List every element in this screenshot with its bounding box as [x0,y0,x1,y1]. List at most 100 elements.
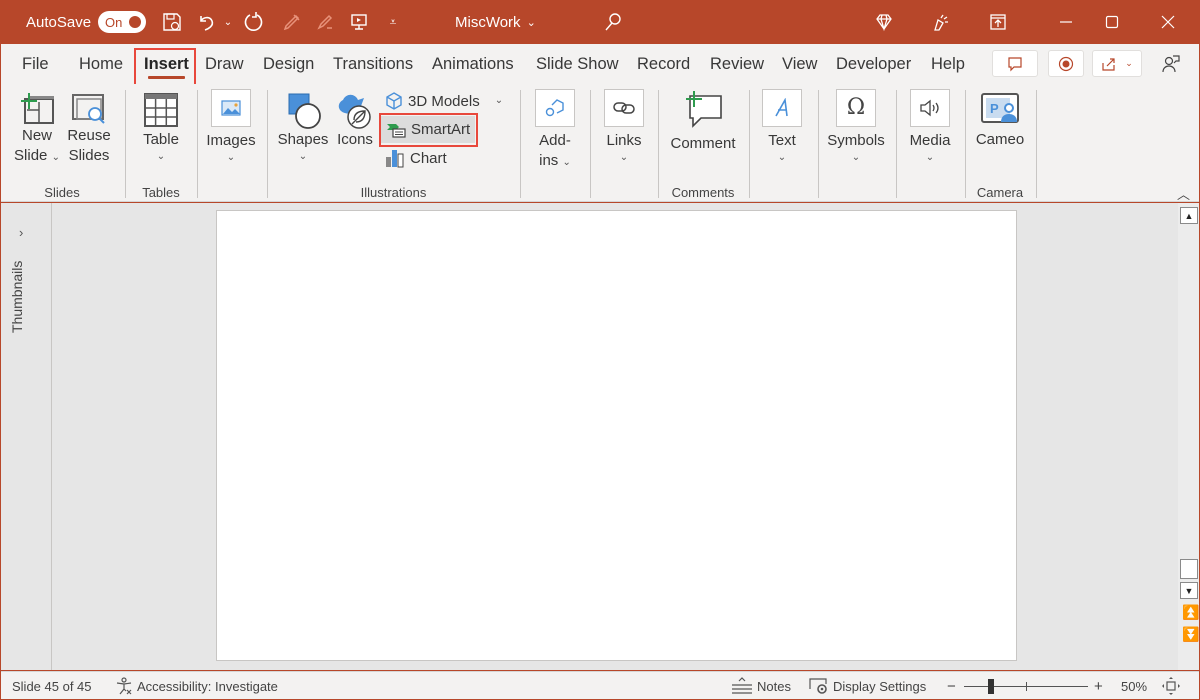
premium-icon[interactable] [869,0,899,44]
media-button[interactable]: Media ⌄ [906,89,954,165]
comment-icon [1008,56,1022,71]
reuse-slides-button[interactable]: Reuse Slides [65,92,113,166]
autosave-label: AutoSave [26,13,92,31]
document-title[interactable]: MiscWork ⌄ [455,0,536,44]
group-label-comments: Comments [671,185,735,200]
collapse-ribbon-icon[interactable]: ︿ [1177,184,1190,203]
new-comment-button[interactable]: Comment [667,90,739,154]
images-dropdown-icon: ⌄ [226,152,236,163]
group-label-slides: Slides [44,185,80,200]
pen-icon[interactable] [277,0,307,44]
add-ins-icon [535,89,575,127]
share-icon [1102,57,1115,71]
text-button[interactable]: Text ⌄ [760,89,804,165]
symbols-button[interactable]: Ω Symbols ⌄ [825,89,887,165]
add-ins-button[interactable]: Add- ins ⌄ [531,89,579,171]
tab-transitions[interactable]: Transitions [333,44,413,84]
autosave-toggle[interactable]: On [98,0,146,44]
next-slide-icon[interactable]: ⏬ [1182,627,1199,641]
shapes-button[interactable]: Shapes ⌄ [277,92,329,164]
search-icon[interactable] [598,0,628,44]
chart-button[interactable]: Chart [385,145,447,171]
ribbon-insert: New Slide ⌄ Reuse Slides Slides Table ⌄ … [1,84,1199,202]
zoom-slider-thumb[interactable] [988,679,995,694]
person-comment-icon [1162,54,1180,72]
group-label-illustrations: Illustrations [360,185,427,200]
chart-icon [386,150,404,168]
links-button[interactable]: Links ⌄ [601,89,647,165]
text-dropdown-icon: ⌄ [777,152,787,163]
title-bar: AutoSave On ⌄ ⩡ MiscWork ⌄ [0,0,1200,44]
speaker-icon [910,89,950,127]
shapes-dropdown-icon: ⌄ [298,151,308,162]
scrollbar-thumb[interactable] [1180,559,1198,579]
undo-dropdown-icon[interactable]: ⌄ [222,0,234,44]
designer-icon[interactable] [926,0,956,44]
status-bar: Slide 45 of 45 Accessibility: Investigat… [1,671,1199,699]
tab-file[interactable]: File [22,44,49,84]
tab-design[interactable]: Design [263,44,314,84]
3d-models-button[interactable]: 3D Models ⌄ [385,88,503,114]
thumbnails-pane[interactable]: › Thumbnails [1,203,52,670]
3d-cube-icon [386,92,402,110]
images-button[interactable]: Images ⌄ [206,89,256,165]
omega-icon: Ω [836,89,876,127]
accessibility-checker[interactable]: Accessibility: Investigate [115,672,278,700]
table-button[interactable]: Table ⌄ [137,92,185,164]
notes-button[interactable]: Notes [731,672,791,700]
expand-thumbnails-icon[interactable]: › [19,225,23,240]
tab-developer[interactable]: Developer [836,44,911,84]
undo-icon[interactable] [192,0,222,44]
minimize-icon[interactable] [1043,0,1089,44]
display-settings-button[interactable]: Display Settings [809,672,926,700]
icons-button[interactable]: Icons [334,92,376,150]
zoom-in-button[interactable]: + [1094,672,1103,700]
new-comment-icon [686,91,722,128]
share-button[interactable]: ⌄ [1092,50,1142,77]
editor-workspace: › Thumbnails ▲ ▼ ⏫ ⏬ [1,203,1199,670]
zoom-slider-midpoint [1026,682,1027,691]
slide-canvas[interactable] [216,210,1017,661]
vertical-scrollbar[interactable]: ▲ ▼ ⏫ ⏬ [1178,203,1199,670]
title-dropdown-icon: ⌄ [526,16,536,29]
table-icon [144,93,178,127]
tab-review[interactable]: Review [710,44,764,84]
previous-slide-icon[interactable]: ⏫ [1182,605,1199,619]
tab-help[interactable]: Help [931,44,965,84]
tab-draw[interactable]: Draw [205,44,244,84]
record-icon [1058,56,1074,71]
new-slide-button[interactable]: New Slide ⌄ [11,92,63,166]
tab-record[interactable]: Record [637,44,690,84]
links-dropdown-icon: ⌄ [619,152,629,163]
tab-view[interactable]: View [782,44,817,84]
symbols-dropdown-icon: ⌄ [851,152,861,163]
zoom-level[interactable]: 50% [1121,672,1147,700]
reuse-slides-icon [72,94,105,124]
tab-slide-show[interactable]: Slide Show [536,44,619,84]
tab-animations[interactable]: Animations [432,44,514,84]
zoom-out-button[interactable]: − [947,672,956,700]
comments-button[interactable] [992,50,1038,77]
smartart-highlight [379,113,478,147]
tab-home[interactable]: Home [79,44,123,84]
share-dropdown-icon: ⌄ [1125,58,1133,68]
cameo-button[interactable]: P Cameo [973,92,1027,150]
insert-tab-highlight [134,48,196,86]
scroll-down-button[interactable]: ▼ [1180,582,1198,599]
3d-models-dropdown-icon: ⌄ [494,95,504,106]
maximize-icon[interactable] [1089,0,1135,44]
redo-icon[interactable] [239,0,269,44]
group-label-tables: Tables [142,185,180,200]
customize-qat-icon[interactable]: ⩡ [378,0,408,44]
highlighter-icon[interactable] [310,0,340,44]
coauthor-button[interactable] [1156,50,1186,77]
shapes-icon [288,93,321,129]
fit-to-window-button[interactable] [1161,672,1181,700]
save-icon[interactable] [157,0,187,44]
display-settings-icon [809,678,827,694]
present-icon[interactable] [344,0,374,44]
ribbon-display-icon[interactable] [983,0,1013,44]
close-icon[interactable] [1145,0,1191,44]
scroll-up-button[interactable]: ▲ [1180,207,1198,224]
record-button[interactable] [1048,50,1084,77]
